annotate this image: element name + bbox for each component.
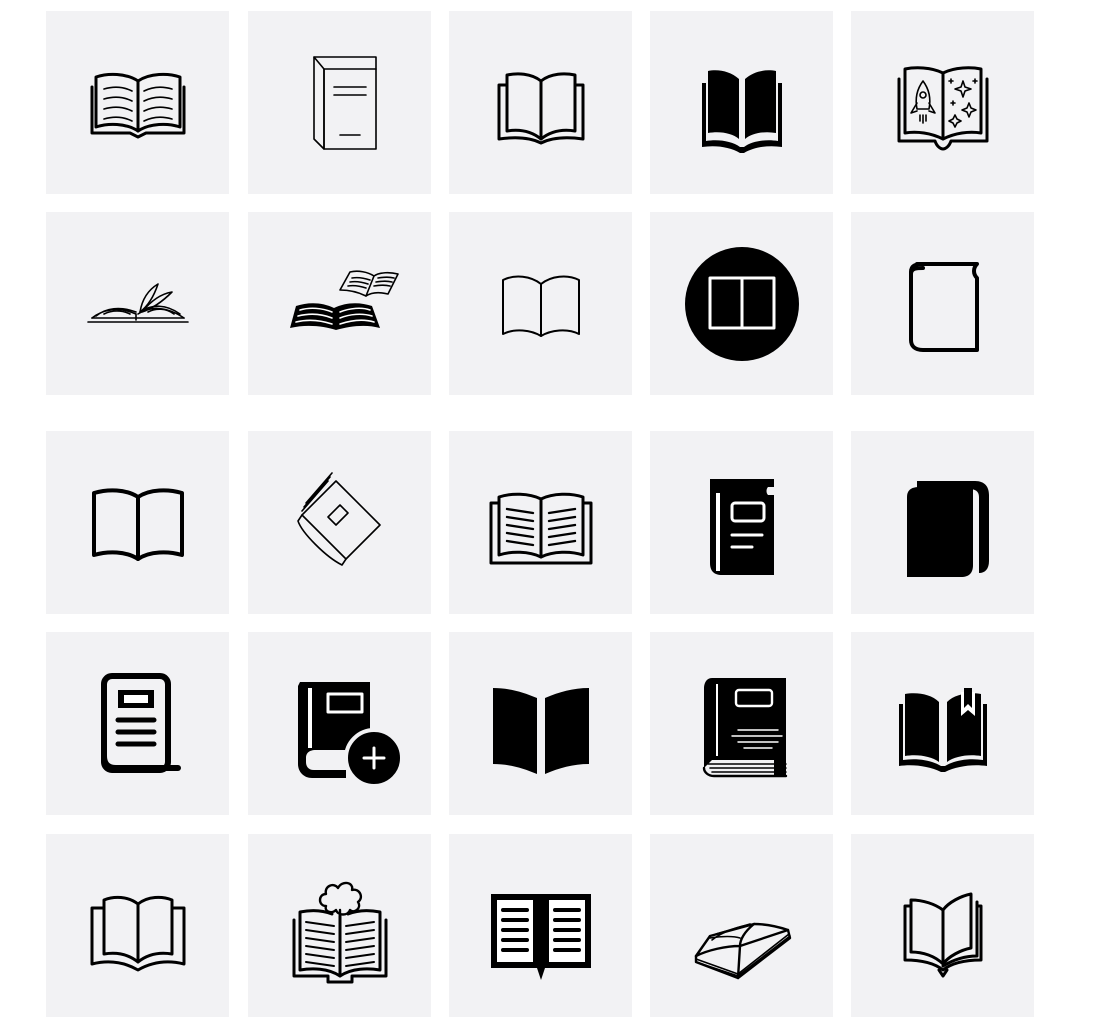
book-cover-lines-icon <box>100 672 181 773</box>
icon-tile[interactable] <box>650 834 833 1017</box>
open-book-thin-icon <box>501 275 580 337</box>
open-book-text-icon <box>489 492 592 564</box>
icon-tile[interactable] <box>851 834 1034 1017</box>
icon-tile[interactable] <box>650 212 833 395</box>
icon-tile[interactable] <box>650 11 833 194</box>
icon-tile[interactable] <box>449 632 632 815</box>
open-book-solid-icon <box>701 69 782 153</box>
stack-of-open-books-icon <box>289 269 399 330</box>
icon-tile[interactable] <box>46 11 229 194</box>
open-book-filled-pages-icon <box>492 687 589 774</box>
open-book-outline-icon <box>497 71 584 144</box>
closed-book-3d-icon <box>312 55 377 150</box>
add-book-icon <box>297 681 400 784</box>
notebook-tilted-icon <box>296 471 381 566</box>
icon-tile[interactable] <box>248 431 431 614</box>
icon-tile[interactable] <box>449 431 632 614</box>
open-book-curved-icon <box>90 895 185 971</box>
icon-tile[interactable] <box>449 11 632 194</box>
icon-tile[interactable] <box>46 212 229 395</box>
icon-tile[interactable] <box>46 431 229 614</box>
icon-tile[interactable] <box>449 834 632 1017</box>
open-book-text-solid-icon <box>490 893 591 980</box>
icon-tile[interactable] <box>650 632 833 815</box>
icon-tile[interactable] <box>248 834 431 1017</box>
book-with-label-icon <box>709 478 774 575</box>
book-circle-icon <box>684 246 799 361</box>
icon-tile[interactable] <box>46 834 229 1017</box>
open-book-layers-icon <box>903 892 982 977</box>
book-with-pages-icon <box>702 677 787 777</box>
icon-tile[interactable] <box>449 212 632 395</box>
icon-tile[interactable] <box>650 431 833 614</box>
icon-tile[interactable] <box>851 632 1034 815</box>
open-book-idea-cloud-icon <box>292 881 387 983</box>
open-book-lines-icon <box>90 72 185 138</box>
open-book-simple-icon <box>91 487 184 561</box>
icon-tile[interactable] <box>248 632 431 815</box>
icon-tile[interactable] <box>248 212 431 395</box>
closed-book-solid-icon <box>906 480 989 577</box>
open-book-flipping-pages-icon <box>86 282 189 323</box>
icon-tile[interactable] <box>248 11 431 194</box>
icon-tile[interactable] <box>851 431 1034 614</box>
closed-book-outline-icon <box>908 261 979 352</box>
open-book-bookmark-icon <box>898 687 987 772</box>
icon-tile[interactable] <box>46 632 229 815</box>
open-book-perspective-icon <box>694 922 791 979</box>
icon-tile[interactable] <box>851 212 1034 395</box>
space-story-book-icon <box>897 65 988 150</box>
icon-tile[interactable] <box>851 11 1034 194</box>
